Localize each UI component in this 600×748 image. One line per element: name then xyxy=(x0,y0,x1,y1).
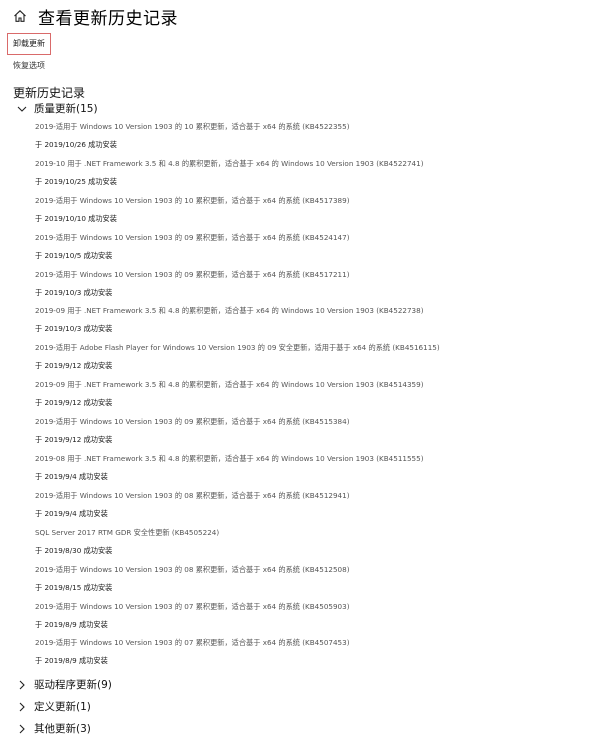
update-item: SQL Server 2017 RTM GDR 安全性更新 (KB4505224… xyxy=(35,523,595,560)
update-status: 于 2019/10/26 成功安装 xyxy=(35,140,117,149)
update-status: 于 2019/8/30 成功安装 xyxy=(35,545,113,555)
quality-updates-toggle[interactable]: 质量更新(15) xyxy=(16,101,98,116)
update-title-link[interactable]: 2019-适用于 Windows 10 Version 1903 的 10 累积… xyxy=(35,195,595,207)
chevron-right-icon xyxy=(16,701,28,713)
update-title-link[interactable]: 2019-适用于 Windows 10 Version 1903 的 07 累积… xyxy=(35,601,595,613)
other-updates-label: 其他更新(3) xyxy=(34,723,91,735)
chevron-down-icon xyxy=(16,103,28,115)
page-header: 查看更新历史记录 xyxy=(12,2,178,30)
driver-updates-toggle[interactable]: 驱动程序更新(9) xyxy=(16,677,112,692)
update-status: 于 2019/8/15 成功安装 xyxy=(35,582,113,592)
update-item: 2019-09 用于 .NET Framework 3.5 和 4.8 的累积更… xyxy=(35,301,595,338)
update-title-link[interactable]: 2019-适用于 Windows 10 Version 1903 的 08 累积… xyxy=(35,490,595,502)
update-history-page: 查看更新历史记录 卸载更新 恢复选项 更新历史记录 质量更新(15) 2019-… xyxy=(0,0,600,748)
update-status: 于 2019/10/5 成功安装 xyxy=(35,250,113,260)
update-status: 于 2019/9/4 成功安装 xyxy=(35,472,108,482)
update-item: 2019-08 用于 .NET Framework 3.5 和 4.8 的累积更… xyxy=(35,449,595,486)
update-title-link[interactable]: 2019-适用于 Windows 10 Version 1903 的 10 累积… xyxy=(35,121,595,133)
chevron-right-icon xyxy=(16,723,28,735)
chevron-right-icon xyxy=(16,679,28,691)
update-item: 2019-适用于 Windows 10 Version 1903 的 10 累积… xyxy=(35,191,595,228)
update-title-link[interactable]: 2019-09 用于 .NET Framework 3.5 和 4.8 的累积更… xyxy=(35,379,595,391)
update-title-link[interactable]: 2019-适用于 Windows 10 Version 1903 的 09 累积… xyxy=(35,232,595,244)
update-item: 2019-适用于 Windows 10 Version 1903 的 10 累积… xyxy=(35,117,595,154)
update-title-link[interactable]: 2019-09 用于 .NET Framework 3.5 和 4.8 的累积更… xyxy=(35,305,595,317)
update-item: 2019-适用于 Windows 10 Version 1903 的 08 累积… xyxy=(35,486,595,523)
update-item: 2019-适用于 Adobe Flash Player for Windows … xyxy=(35,338,595,375)
recovery-options-link[interactable]: 恢复选项 xyxy=(13,60,45,71)
update-title-link[interactable]: SQL Server 2017 RTM GDR 安全性更新 (KB4505224… xyxy=(35,527,595,539)
update-item: 2019-适用于 Windows 10 Version 1903 的 08 累积… xyxy=(35,560,595,597)
update-title-link[interactable]: 2019-10 用于 .NET Framework 3.5 和 4.8 的累积更… xyxy=(35,158,595,170)
update-status: 于 2019/10/3 成功安装 xyxy=(35,287,113,297)
update-status: 于 2019/9/12 成功安装 xyxy=(35,361,113,371)
uninstall-updates-link[interactable]: 卸载更新 xyxy=(7,33,51,55)
update-title-link[interactable]: 2019-适用于 Adobe Flash Player for Windows … xyxy=(35,342,595,354)
update-title-link[interactable]: 2019-适用于 Windows 10 Version 1903 的 09 累积… xyxy=(35,269,595,281)
update-status: 于 2019/8/9 成功安装 xyxy=(35,619,108,629)
update-status: 于 2019/9/12 成功安装 xyxy=(35,398,113,408)
update-status: 于 2019/10/3 成功安装 xyxy=(35,324,113,334)
update-title-link[interactable]: 2019-08 用于 .NET Framework 3.5 和 4.8 的累积更… xyxy=(35,453,595,465)
other-updates-toggle[interactable]: 其他更新(3) xyxy=(16,721,91,736)
update-item: 2019-适用于 Windows 10 Version 1903 的 09 累积… xyxy=(35,265,595,302)
update-history-heading: 更新历史记录 xyxy=(13,86,86,100)
driver-updates-label: 驱动程序更新(9) xyxy=(34,679,112,691)
update-item: 2019-适用于 Windows 10 Version 1903 的 09 累积… xyxy=(35,412,595,449)
update-title-link[interactable]: 2019-适用于 Windows 10 Version 1903 的 09 累积… xyxy=(35,416,595,428)
quality-updates-list: 2019-适用于 Windows 10 Version 1903 的 10 累积… xyxy=(35,117,595,670)
update-item: 2019-适用于 Windows 10 Version 1903 的 07 累积… xyxy=(35,597,595,634)
update-item: 2019-09 用于 .NET Framework 3.5 和 4.8 的累积更… xyxy=(35,375,595,412)
definition-updates-label: 定义更新(1) xyxy=(34,701,91,713)
quality-updates-label: 质量更新(15) xyxy=(34,103,98,115)
update-item: 2019-适用于 Windows 10 Version 1903 的 09 累积… xyxy=(35,228,595,265)
home-icon[interactable] xyxy=(12,8,28,24)
update-status: 于 2019/10/25 成功安装 xyxy=(35,176,117,186)
update-title-link[interactable]: 2019-适用于 Windows 10 Version 1903 的 08 累积… xyxy=(35,564,595,576)
update-status: 于 2019/8/9 成功安装 xyxy=(35,656,108,666)
update-status: 于 2019/9/12 成功安装 xyxy=(35,435,113,445)
definition-updates-toggle[interactable]: 定义更新(1) xyxy=(16,699,91,714)
update-status: 于 2019/9/4 成功安装 xyxy=(35,508,108,518)
update-item: 2019-适用于 Windows 10 Version 1903 的 07 累积… xyxy=(35,633,595,670)
update-title-link[interactable]: 2019-适用于 Windows 10 Version 1903 的 07 累积… xyxy=(35,637,595,649)
update-item: 2019-10 用于 .NET Framework 3.5 和 4.8 的累积更… xyxy=(35,154,595,191)
page-title: 查看更新历史记录 xyxy=(38,8,178,29)
update-status: 于 2019/10/10 成功安装 xyxy=(35,213,117,223)
